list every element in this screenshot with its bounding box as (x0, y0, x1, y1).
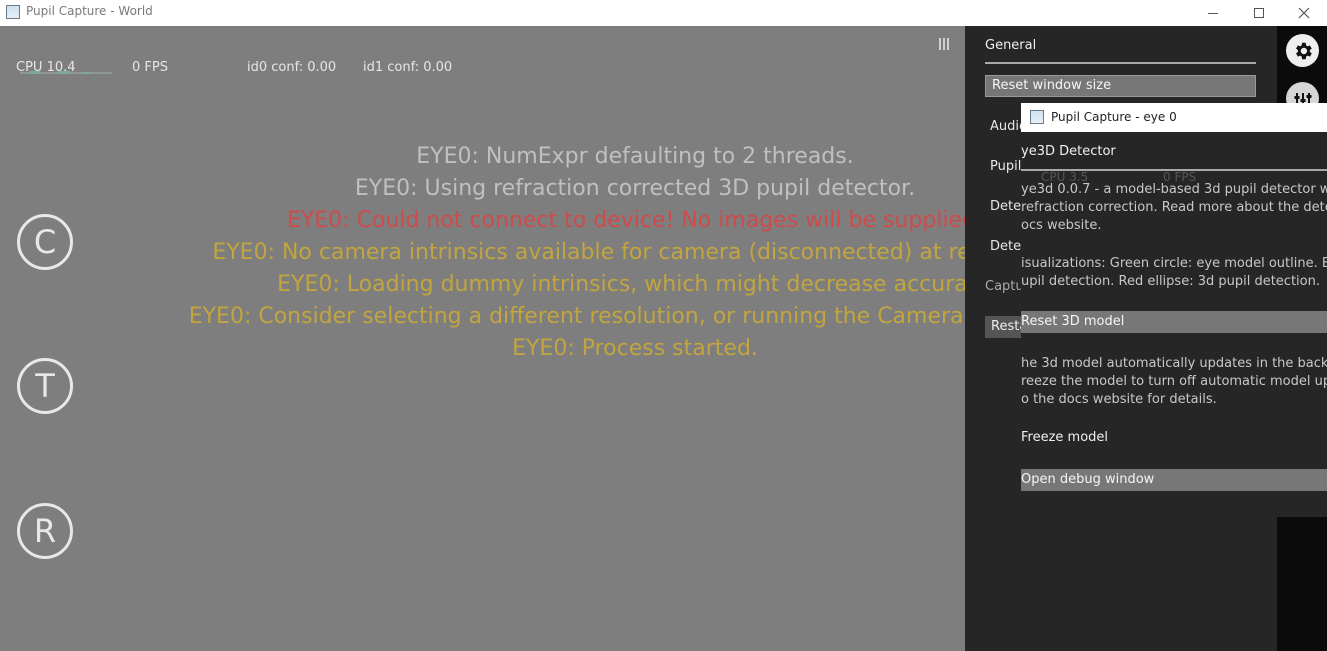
id0-conf-stat: id0 conf: 0.00 (247, 60, 337, 75)
model-info: reeze the model to turn off automatic mo… (1021, 374, 1327, 389)
gear-icon[interactable] (1286, 34, 1319, 67)
eye0-window-title: Pupil Capture - eye 0 (1051, 110, 1177, 124)
cpu-graph (20, 71, 112, 74)
app-icon (1030, 110, 1044, 124)
log-line: EYE0: Loading dummy intrinsics, which mi… (277, 272, 965, 297)
maximize-icon (1254, 8, 1264, 18)
general-menu-title: General (985, 38, 1037, 53)
divider (1021, 169, 1327, 171)
log-line: EYE0: Using refraction corrected 3D pupi… (354, 176, 916, 201)
calibrate-button[interactable]: C (17, 214, 73, 270)
log-line: EYE0: Consider selecting a different res… (188, 304, 965, 329)
open-debug-window-button[interactable]: Open debug window (1021, 469, 1327, 491)
eye0-window: Pupil Capture - eye 0 CPU 3.5 0 FPS ye3D… (1021, 103, 1327, 517)
model-info: o the docs website for details. (1021, 392, 1217, 407)
world-view[interactable]: CPU 10.4 0 FPS id0 conf: 0.00 id1 conf: … (0, 26, 965, 651)
detector-description: refraction correction. Read more about t… (1021, 200, 1327, 215)
menu-item-pupil[interactable]: Pupil (990, 159, 1021, 174)
minimize-button[interactable] (1190, 0, 1236, 26)
freeze-model-toggle[interactable]: Freeze model (1021, 430, 1108, 445)
window-title: Pupil Capture - World (26, 4, 153, 18)
log-line: EYE0: NumExpr defaulting to 2 threads. (416, 144, 854, 169)
visualizations-info: upil detection. Red ellipse: 3d pupil de… (1021, 274, 1320, 289)
model-info: he 3d model automatically updates in the… (1021, 356, 1327, 371)
close-button[interactable] (1281, 0, 1327, 26)
reset-window-size-button[interactable]: Reset window size (985, 75, 1256, 97)
record-button[interactable]: R (17, 503, 73, 559)
test-button[interactable]: T (17, 358, 73, 414)
app-icon (6, 5, 20, 19)
window-titlebar: Pupil Capture - World (0, 0, 1327, 26)
close-icon (1298, 7, 1310, 19)
detector-description: ye3d 0.0.7 - a model-based 3d pupil dete… (1021, 182, 1327, 197)
id1-conf-stat: id1 conf: 0.00 (363, 60, 453, 75)
divider (985, 62, 1256, 64)
menu-item-capture: Captu (985, 279, 1024, 294)
detector-description: ocs website. (1021, 218, 1102, 233)
menu-toggle-icon[interactable] (939, 38, 951, 50)
log-line: EYE0: No camera intrinsics available for… (212, 240, 965, 265)
log-line: EYE0: Could not connect to device! No im… (286, 208, 965, 233)
maximize-button[interactable] (1236, 0, 1282, 26)
gear-glyph (1295, 42, 1312, 59)
visualizations-info: isualizations: Green circle: eye model o… (1021, 256, 1327, 271)
eye0-titlebar: Pupil Capture - eye 0 (1021, 103, 1327, 132)
log-line: EYE0: Process started. (512, 336, 758, 361)
reset-3d-model-button[interactable]: Reset 3D model (1021, 311, 1327, 333)
fps-stat: 0 FPS (132, 60, 168, 75)
detector-title: ye3D Detector (1021, 144, 1116, 159)
minimize-icon (1208, 12, 1218, 14)
